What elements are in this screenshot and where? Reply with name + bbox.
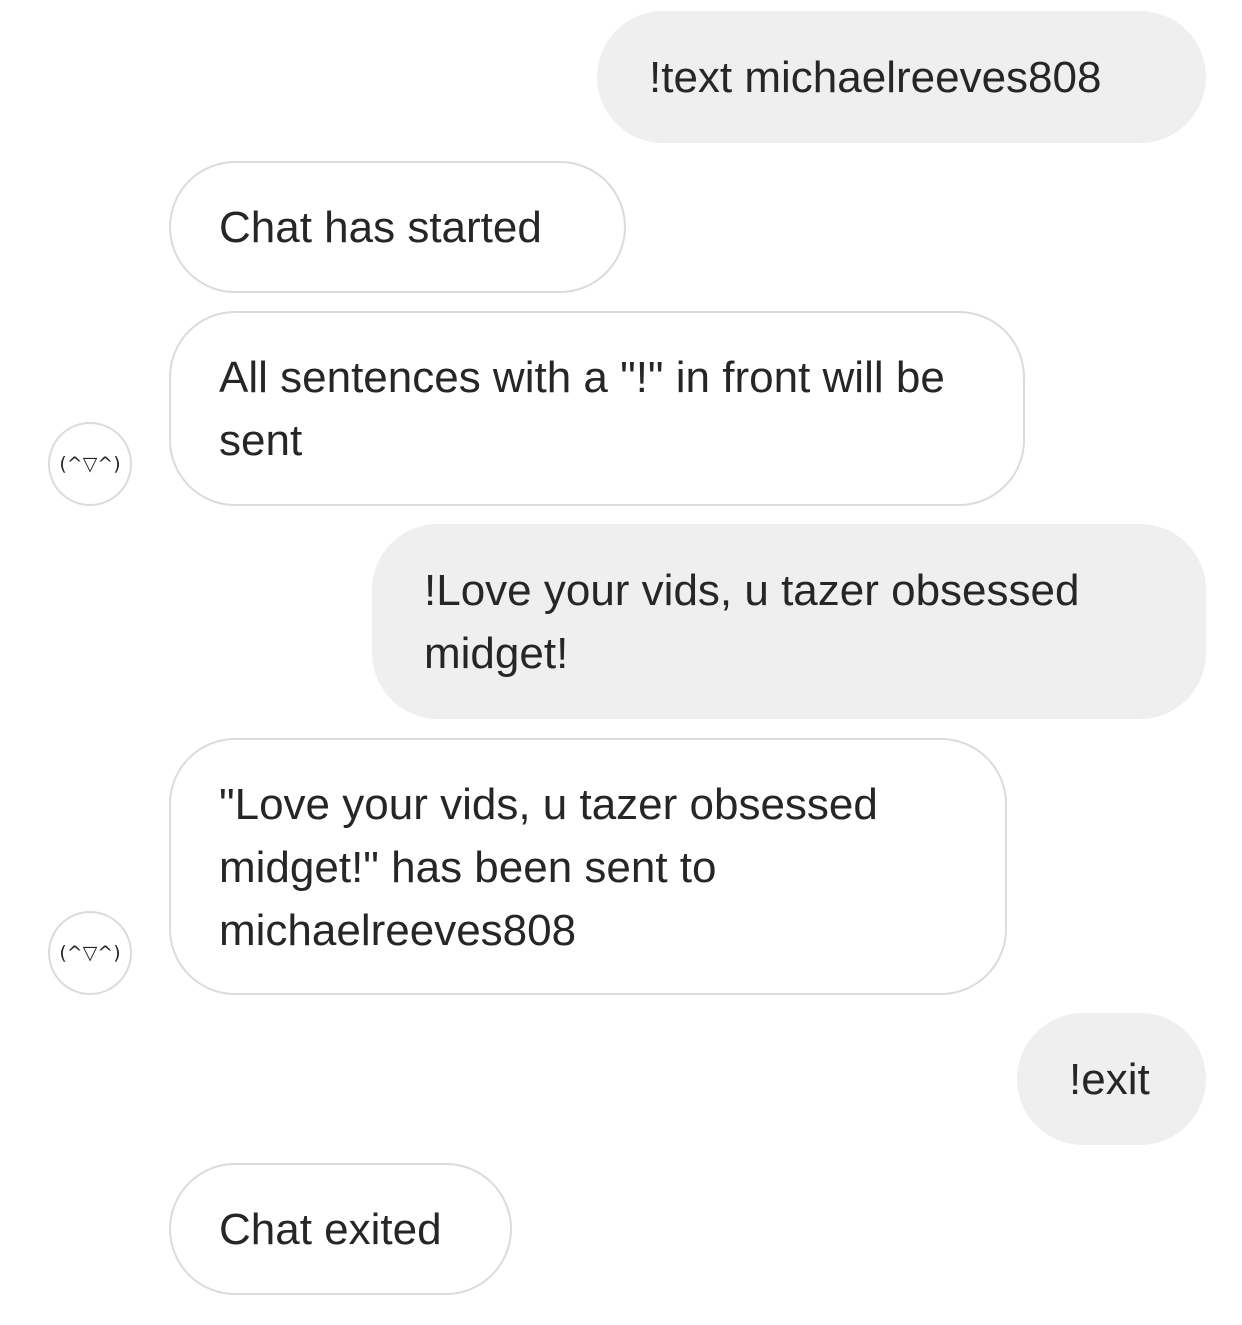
bot-avatar[interactable]: (^▽^) <box>48 422 132 506</box>
bot-face-icon: (^▽^) <box>59 942 121 964</box>
incoming-message-bubble[interactable]: "Love your vids, u tazer obsessed midget… <box>169 738 1007 995</box>
chat-thread: !text michaelreeves808 Chat has started … <box>0 0 1242 1325</box>
bot-avatar[interactable]: (^▽^) <box>48 911 132 995</box>
incoming-message-bubble[interactable]: All sentences with a "!" in front will b… <box>169 311 1025 506</box>
outgoing-message-bubble[interactable]: !Love your vids, u tazer obsessed midget… <box>372 524 1206 719</box>
incoming-message-bubble[interactable]: Chat exited <box>169 1163 512 1295</box>
message-text: Chat exited <box>219 1205 442 1254</box>
message-text: !text michaelreeves808 <box>649 53 1102 102</box>
incoming-message-bubble[interactable]: Chat has started <box>169 161 626 293</box>
outgoing-message-bubble[interactable]: !exit <box>1017 1013 1206 1145</box>
message-text: !exit <box>1069 1055 1150 1104</box>
message-text: Chat has started <box>219 203 542 252</box>
outgoing-message-bubble[interactable]: !text michaelreeves808 <box>597 11 1206 143</box>
bot-face-icon: (^▽^) <box>59 453 121 475</box>
message-text: All sentences with a "!" in front will b… <box>219 353 945 465</box>
message-text: "Love your vids, u tazer obsessed midget… <box>219 780 878 955</box>
message-text: !Love your vids, u tazer obsessed midget… <box>424 566 1080 678</box>
